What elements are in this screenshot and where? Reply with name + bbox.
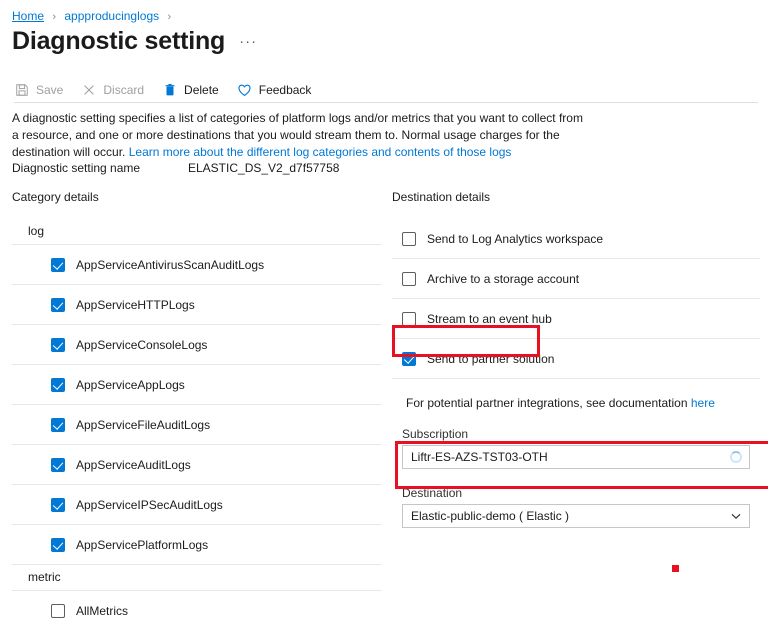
checkbox-appserviceipsecauditlogs[interactable]	[51, 498, 65, 512]
partner-note-text: For potential partner integrations, see …	[406, 396, 691, 410]
subscription-field-block: Subscription Liftr-ES-AZS-TST03-OTH	[392, 427, 760, 469]
category-details-heading: Category details	[12, 190, 382, 204]
subscription-value: Liftr-ES-AZS-TST03-OTH	[403, 450, 548, 464]
destination-label: Send to partner solution	[427, 352, 554, 366]
checkbox-appservicehttplogs[interactable]	[51, 298, 65, 312]
category-group-header-log: log	[12, 219, 382, 245]
category-label: AppServiceFileAuditLogs	[76, 418, 210, 432]
destination-row-storage-account[interactable]: Archive to a storage account	[392, 259, 760, 299]
checkbox-stream-to-event-hub[interactable]	[402, 312, 416, 326]
page-title: Diagnostic setting	[12, 26, 225, 56]
category-label: AppServiceAppLogs	[76, 378, 185, 392]
command-bar: Save Discard Delete Feedback	[14, 78, 329, 102]
red-marker-dot	[672, 565, 679, 572]
destination-details-heading: Destination details	[392, 190, 760, 204]
more-options-icon[interactable]: ···	[239, 33, 257, 50]
checkbox-appserviceauditlogs[interactable]	[51, 458, 65, 472]
category-row-appserviceconsolelogs[interactable]: AppServiceConsoleLogs	[12, 325, 382, 365]
destination-label-text: Destination	[402, 486, 760, 500]
category-label: AppServicePlatformLogs	[76, 538, 208, 552]
checkbox-appserviceantivirusscanauditlogs[interactable]	[51, 258, 65, 272]
destination-row-event-hub[interactable]: Stream to an event hub	[392, 299, 760, 339]
destination-details-panel: Destination details Send to Log Analytic…	[392, 190, 760, 528]
breadcrumb-separator-2: ›	[167, 11, 171, 23]
category-label: AllMetrics	[76, 604, 128, 618]
breadcrumb: Home › appproducinglogs ›	[12, 8, 176, 25]
category-row-appserviceapplogs[interactable]: AppServiceAppLogs	[12, 365, 382, 405]
destination-value: Elastic-public-demo ( Elastic )	[403, 509, 569, 523]
diagnostic-setting-name-value: ELASTIC_DS_V2_d7f57758	[188, 161, 339, 175]
checkbox-archive-to-storage-account[interactable]	[402, 272, 416, 286]
breadcrumb-item-appproducinglogs[interactable]: appproducinglogs	[64, 9, 159, 23]
feedback-label: Feedback	[259, 83, 312, 97]
discard-button[interactable]: Discard	[81, 82, 144, 98]
discard-label: Discard	[103, 83, 144, 97]
partner-integrations-note: For potential partner integrations, see …	[392, 396, 760, 410]
category-row-appservicehttplogs[interactable]: AppServiceHTTPLogs	[12, 285, 382, 325]
breadcrumb-item-home[interactable]: Home	[12, 9, 44, 23]
category-row-appserviceipsecauditlogs[interactable]: AppServiceIPSecAuditLogs	[12, 485, 382, 525]
category-details-panel: Category details log AppServiceAntivirus…	[12, 190, 382, 631]
category-label: AppServiceAuditLogs	[76, 458, 191, 472]
checkbox-appserviceconsolelogs[interactable]	[51, 338, 65, 352]
category-row-appservicefileauditlogs[interactable]: AppServiceFileAuditLogs	[12, 405, 382, 445]
save-label: Save	[36, 83, 63, 97]
chevron-down-icon[interactable]	[730, 510, 742, 522]
category-label: AppServiceConsoleLogs	[76, 338, 207, 352]
checkbox-appserviceplatformlogs[interactable]	[51, 538, 65, 552]
save-button[interactable]: Save	[14, 82, 63, 98]
heart-icon	[237, 82, 253, 98]
discard-icon	[81, 82, 97, 98]
destination-label: Archive to a storage account	[427, 272, 579, 286]
diagnostic-setting-name-label: Diagnostic setting name	[12, 161, 140, 175]
category-label: AppServiceAntivirusScanAuditLogs	[76, 258, 264, 272]
destination-select[interactable]: Elastic-public-demo ( Elastic )	[402, 504, 750, 528]
delete-button[interactable]: Delete	[162, 82, 219, 98]
destination-row-partner-solution[interactable]: Send to partner solution	[392, 339, 760, 379]
checkbox-allmetrics[interactable]	[51, 604, 65, 618]
destination-row-log-analytics[interactable]: Send to Log Analytics workspace	[392, 219, 760, 259]
category-row-appserviceauditlogs[interactable]: AppServiceAuditLogs	[12, 445, 382, 485]
checkbox-appservicefileauditlogs[interactable]	[51, 418, 65, 432]
category-row-appserviceplatformlogs[interactable]: AppServicePlatformLogs	[12, 525, 382, 565]
subscription-label: Subscription	[402, 427, 760, 441]
command-bar-divider	[14, 102, 758, 103]
destination-label: Stream to an event hub	[427, 312, 552, 326]
breadcrumb-separator: ›	[52, 11, 56, 23]
intro-learn-more-link[interactable]: Learn more about the different log categ…	[129, 145, 512, 159]
category-row-appserviceantivirusscanauditlogs[interactable]: AppServiceAntivirusScanAuditLogs	[12, 245, 382, 285]
category-label: AppServiceHTTPLogs	[76, 298, 195, 312]
page-title-row: Diagnostic setting ···	[12, 26, 257, 56]
destination-field-block: Destination Elastic-public-demo ( Elasti…	[392, 486, 760, 528]
partner-documentation-link[interactable]: here	[691, 396, 715, 410]
checkbox-appserviceapplogs[interactable]	[51, 378, 65, 392]
category-group-header-metric: metric	[12, 565, 382, 591]
category-label: AppServiceIPSecAuditLogs	[76, 498, 223, 512]
checkbox-send-to-partner-solution[interactable]	[402, 352, 416, 366]
save-icon	[14, 82, 30, 98]
delete-label: Delete	[184, 83, 219, 97]
intro-paragraph: A diagnostic setting specifies a list of…	[12, 110, 588, 161]
feedback-button[interactable]: Feedback	[237, 82, 312, 98]
category-row-allmetrics[interactable]: AllMetrics	[12, 591, 382, 631]
loading-spinner-icon	[730, 451, 742, 463]
destination-label: Send to Log Analytics workspace	[427, 232, 603, 246]
trash-icon	[162, 82, 178, 98]
subscription-select[interactable]: Liftr-ES-AZS-TST03-OTH	[402, 445, 750, 469]
checkbox-send-to-log-analytics-workspace[interactable]	[402, 232, 416, 246]
